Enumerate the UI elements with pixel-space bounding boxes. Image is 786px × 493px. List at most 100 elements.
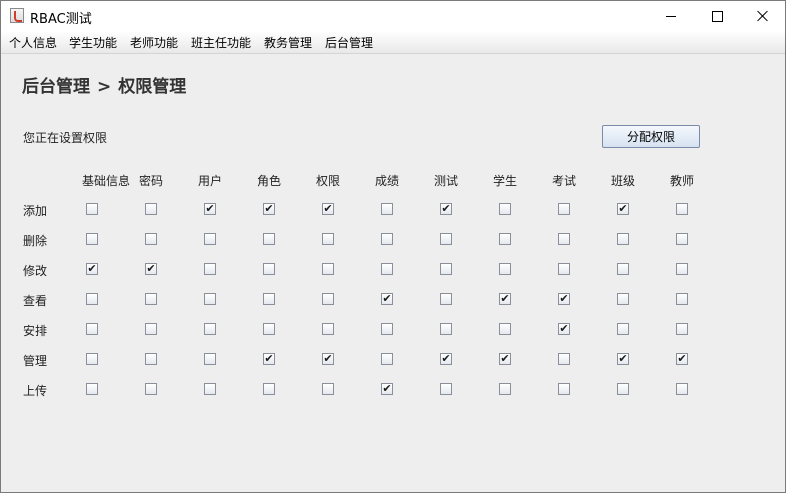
permission-checkbox[interactable]: ✔: [322, 203, 334, 215]
close-button[interactable]: [740, 1, 785, 31]
permission-checkbox[interactable]: [499, 383, 511, 395]
permission-checkbox[interactable]: [499, 203, 511, 215]
permission-checkbox[interactable]: ✔: [558, 293, 570, 305]
permission-checkbox[interactable]: [263, 233, 275, 245]
permission-checkbox[interactable]: [263, 323, 275, 335]
permission-checkbox[interactable]: ✔: [440, 353, 452, 365]
permission-checkbox[interactable]: [381, 323, 393, 335]
permission-checkbox[interactable]: [617, 293, 629, 305]
minimize-button[interactable]: [648, 1, 694, 31]
menu-teacher-functions[interactable]: 老师功能: [130, 34, 178, 51]
permission-checkbox[interactable]: [558, 233, 570, 245]
permission-checkbox[interactable]: [86, 293, 98, 305]
menu-personal-info[interactable]: 个人信息: [9, 34, 57, 51]
permission-checkbox[interactable]: [204, 293, 216, 305]
permission-checkbox[interactable]: [676, 323, 688, 335]
permission-checkbox[interactable]: [204, 323, 216, 335]
permission-checkbox[interactable]: [86, 383, 98, 395]
permission-checkbox[interactable]: ✔: [263, 203, 275, 215]
permission-checkbox[interactable]: [322, 293, 334, 305]
permission-checkbox[interactable]: [263, 383, 275, 395]
permission-checkbox[interactable]: ✔: [440, 203, 452, 215]
permission-checkbox[interactable]: [204, 353, 216, 365]
permission-checkbox[interactable]: [381, 353, 393, 365]
permission-checkbox[interactable]: [558, 263, 570, 275]
checkmark-icon: ✔: [382, 382, 392, 395]
permission-checkbox[interactable]: [322, 233, 334, 245]
permission-checkbox[interactable]: [145, 383, 157, 395]
permission-checkbox[interactable]: [558, 353, 570, 365]
permission-checkbox[interactable]: ✔: [145, 263, 157, 275]
permission-checkbox[interactable]: [499, 263, 511, 275]
checkmark-icon: ✔: [677, 352, 687, 365]
checkmark-icon: ✔: [500, 292, 510, 305]
permission-checkbox[interactable]: [440, 293, 452, 305]
permission-checkbox[interactable]: [617, 233, 629, 245]
menu-student-functions[interactable]: 学生功能: [69, 34, 117, 51]
column-header: 班级: [610, 174, 636, 188]
permission-checkbox[interactable]: [499, 323, 511, 335]
permission-checkbox[interactable]: ✔: [617, 353, 629, 365]
permission-checkbox[interactable]: [676, 293, 688, 305]
permission-checkbox[interactable]: [204, 263, 216, 275]
checkmark-icon: ✔: [323, 352, 333, 365]
permission-checkbox[interactable]: [204, 383, 216, 395]
assign-permissions-button[interactable]: 分配权限: [602, 125, 700, 148]
permission-checkbox[interactable]: [263, 293, 275, 305]
permission-checkbox[interactable]: ✔: [381, 293, 393, 305]
permission-checkbox[interactable]: [145, 203, 157, 215]
permission-checkbox[interactable]: [381, 233, 393, 245]
permission-checkbox[interactable]: [440, 263, 452, 275]
permission-checkbox[interactable]: [86, 353, 98, 365]
menu-head-teacher-functions[interactable]: 班主任功能: [191, 34, 251, 51]
permission-checkbox[interactable]: [204, 233, 216, 245]
permission-checkbox[interactable]: ✔: [617, 203, 629, 215]
maximize-button[interactable]: [694, 1, 740, 31]
permission-checkbox[interactable]: [86, 203, 98, 215]
checkmark-icon: ✔: [323, 202, 333, 215]
permission-checkbox[interactable]: [145, 293, 157, 305]
permission-checkbox[interactable]: [440, 233, 452, 245]
permission-checkbox[interactable]: ✔: [322, 353, 334, 365]
permission-checkbox[interactable]: [381, 263, 393, 275]
permission-checkbox[interactable]: ✔: [204, 203, 216, 215]
java-coffee-icon: [10, 8, 24, 23]
checkmark-icon: ✔: [146, 262, 156, 275]
permission-checkbox[interactable]: [558, 383, 570, 395]
permission-checkbox[interactable]: [145, 323, 157, 335]
permission-checkbox[interactable]: [440, 383, 452, 395]
permission-checkbox[interactable]: [322, 383, 334, 395]
permission-checkbox[interactable]: ✔: [499, 293, 511, 305]
permission-checkbox[interactable]: [145, 233, 157, 245]
permission-checkbox[interactable]: [558, 203, 570, 215]
permission-checkbox[interactable]: [263, 263, 275, 275]
permission-checkbox[interactable]: [322, 323, 334, 335]
permission-checkbox[interactable]: [617, 323, 629, 335]
permission-checkbox[interactable]: ✔: [263, 353, 275, 365]
checkmark-icon: ✔: [559, 292, 569, 305]
title-bar: RBAC测试: [1, 1, 785, 31]
permission-checkbox[interactable]: [86, 323, 98, 335]
permission-checkbox[interactable]: [499, 233, 511, 245]
permission-checkbox[interactable]: [86, 233, 98, 245]
permission-checkbox[interactable]: [676, 233, 688, 245]
breadcrumb-parent: 后台管理: [22, 77, 90, 97]
checkmark-icon: ✔: [500, 352, 510, 365]
menu-backend-management[interactable]: 后台管理: [325, 34, 373, 51]
permission-checkbox[interactable]: ✔: [381, 383, 393, 395]
permission-checkbox[interactable]: [676, 263, 688, 275]
permission-checkbox[interactable]: [676, 203, 688, 215]
permission-checkbox[interactable]: [145, 353, 157, 365]
permission-checkbox[interactable]: ✔: [86, 263, 98, 275]
permission-checkbox[interactable]: ✔: [676, 353, 688, 365]
permission-checkbox[interactable]: [617, 383, 629, 395]
permission-checkbox[interactable]: [440, 323, 452, 335]
checkmark-icon: ✔: [559, 322, 569, 335]
permission-checkbox[interactable]: ✔: [558, 323, 570, 335]
permission-checkbox[interactable]: [322, 263, 334, 275]
permission-checkbox[interactable]: [381, 203, 393, 215]
permission-checkbox[interactable]: ✔: [499, 353, 511, 365]
permission-checkbox[interactable]: [676, 383, 688, 395]
permission-checkbox[interactable]: [617, 263, 629, 275]
menu-academic-affairs[interactable]: 教务管理: [264, 34, 312, 51]
